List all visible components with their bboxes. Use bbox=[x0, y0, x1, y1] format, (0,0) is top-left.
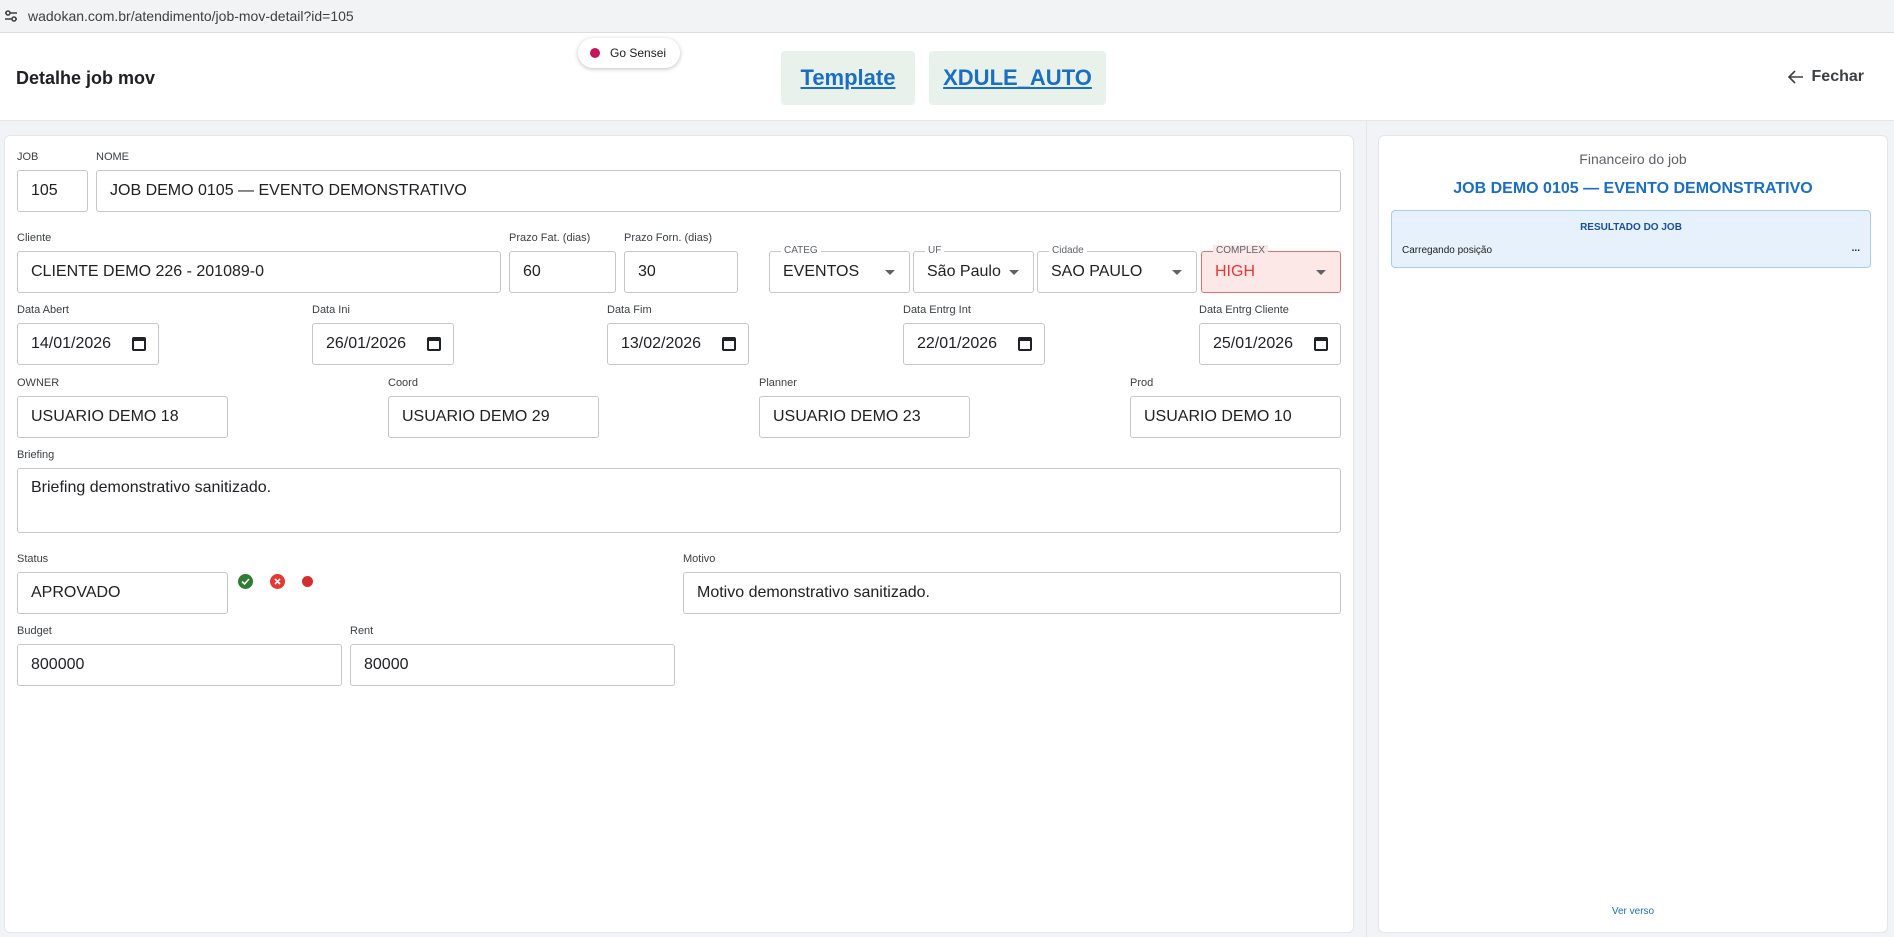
prazo-forn-field[interactable]: 30 bbox=[624, 251, 738, 293]
calendar-icon[interactable] bbox=[1018, 337, 1032, 351]
complex-select[interactable]: HIGH bbox=[1201, 251, 1341, 293]
uf-select[interactable]: São Paulo bbox=[913, 251, 1034, 293]
cidade-value: SAO PAULO bbox=[1051, 263, 1143, 280]
data-abert-field[interactable]: 14/01/2026 bbox=[17, 323, 159, 365]
prod-label: Prod bbox=[1130, 377, 1154, 389]
ver-verso-link[interactable]: Ver verso bbox=[1379, 906, 1887, 917]
template-button[interactable]: Template bbox=[781, 51, 915, 105]
prod-field[interactable]: USUARIO DEMO 10 bbox=[1130, 396, 1341, 438]
financeiro-title: Financeiro do job bbox=[1579, 151, 1687, 167]
data-entrg-int-field[interactable]: 22/01/2026 bbox=[903, 323, 1045, 365]
calendar-icon[interactable] bbox=[722, 337, 736, 351]
owner-label: OWNER bbox=[17, 377, 60, 389]
calendar-icon[interactable] bbox=[427, 337, 441, 351]
uf-value: São Paulo bbox=[927, 263, 1001, 280]
motivo-label: Motivo bbox=[683, 553, 716, 565]
data-entrg-cliente-label: Data Entrg Cliente bbox=[1199, 304, 1289, 316]
cliente-label: Cliente bbox=[17, 232, 52, 244]
motivo-field[interactable]: Motivo demonstrativo sanitizado. bbox=[683, 572, 1341, 614]
budget-field[interactable]: 800000 bbox=[17, 644, 342, 686]
categ-value: EVENTOS bbox=[783, 263, 860, 280]
calendar-icon[interactable] bbox=[132, 337, 146, 351]
briefing-textarea[interactable]: Briefing demonstrativo sanitizado. bbox=[17, 468, 1341, 533]
arrow-left-icon bbox=[1787, 70, 1803, 84]
budget-label: Budget bbox=[17, 625, 52, 637]
cidade-select[interactable]: SAO PAULO bbox=[1037, 251, 1197, 293]
approve-check-icon[interactable] bbox=[238, 574, 253, 589]
planner-field[interactable]: USUARIO DEMO 23 bbox=[759, 396, 970, 438]
data-ini-value: 26/01/2026 bbox=[326, 335, 407, 352]
complex-label: COMPLEX bbox=[1213, 245, 1268, 256]
status-dot-icon[interactable] bbox=[302, 576, 313, 587]
status-label: Status bbox=[17, 553, 49, 565]
resultado-title: RESULTADO DO JOB bbox=[1580, 222, 1682, 233]
rent-label: Rent bbox=[350, 625, 374, 637]
loading-text: Carregando posição bbox=[1402, 245, 1493, 256]
close-label: Fechar bbox=[1811, 68, 1864, 85]
owner-field[interactable]: USUARIO DEMO 18 bbox=[17, 396, 228, 438]
site-settings-icon[interactable] bbox=[4, 9, 18, 23]
data-fim-label: Data Fim bbox=[607, 304, 652, 316]
data-entrg-int-value: 22/01/2026 bbox=[917, 335, 998, 352]
go-sensei-button[interactable]: Go Sensei bbox=[578, 38, 681, 68]
chevron-down-icon bbox=[1009, 269, 1019, 275]
prazo-fat-label: Prazo Fat. (dias) bbox=[509, 232, 591, 244]
sensei-dot-icon bbox=[590, 48, 600, 58]
chevron-down-icon bbox=[1316, 269, 1326, 275]
data-entrg-cliente-value: 25/01/2026 bbox=[1213, 335, 1294, 352]
complex-value: HIGH bbox=[1215, 263, 1255, 280]
job-form-panel: JOB 105 NOME JOB DEMO 0105 — EVENTO DEMO… bbox=[4, 135, 1354, 933]
prazo-fat-field[interactable]: 60 bbox=[509, 251, 616, 293]
resultado-card: RESULTADO DO JOB Carregando posição ... bbox=[1391, 210, 1871, 268]
close-button[interactable]: Fechar bbox=[1787, 68, 1864, 86]
financeiro-job-name: JOB DEMO 0105 — EVENTO DEMONSTRATIVO bbox=[1453, 180, 1813, 197]
briefing-label: Briefing bbox=[17, 449, 55, 461]
uf-label: UF bbox=[925, 245, 945, 256]
data-ini-field[interactable]: 26/01/2026 bbox=[312, 323, 454, 365]
data-ini-label: Data Ini bbox=[312, 304, 350, 316]
reject-x-icon[interactable] bbox=[270, 574, 285, 589]
data-entrg-cliente-field[interactable]: 25/01/2026 bbox=[1199, 323, 1341, 365]
coord-label: Coord bbox=[388, 377, 418, 389]
page-title: Detalhe job mov bbox=[16, 68, 156, 88]
data-fim-value: 13/02/2026 bbox=[621, 335, 702, 352]
go-sensei-label: Go Sensei bbox=[610, 46, 667, 60]
cidade-label: Cidade bbox=[1049, 245, 1087, 256]
nome-label: NOME bbox=[96, 151, 129, 163]
data-fim-field[interactable]: 13/02/2026 bbox=[607, 323, 749, 365]
job-field[interactable]: 105 bbox=[17, 170, 88, 212]
financeiro-panel: Financeiro do job JOB DEMO 0105 — EVENTO… bbox=[1378, 135, 1888, 933]
browser-url-bar[interactable]: wadokan.com.br/atendimento/job-mov-detai… bbox=[0, 0, 1894, 33]
prazo-forn-label: Prazo Forn. (dias) bbox=[624, 232, 713, 244]
chevron-down-icon bbox=[885, 269, 895, 275]
cliente-field[interactable]: CLIENTE DEMO 226 - 201089-0 bbox=[17, 251, 501, 293]
panel-divider bbox=[1366, 121, 1367, 937]
categ-select[interactable]: EVENTOS bbox=[769, 251, 910, 293]
url-text[interactable]: wadokan.com.br/atendimento/job-mov-detai… bbox=[28, 8, 354, 24]
data-entrg-int-label: Data Entrg Int bbox=[903, 304, 971, 316]
calendar-icon[interactable] bbox=[1314, 337, 1328, 351]
data-abert-value: 14/01/2026 bbox=[31, 335, 112, 352]
job-label: JOB bbox=[17, 151, 39, 163]
categ-label: CATEG bbox=[781, 245, 821, 256]
planner-label: Planner bbox=[759, 377, 797, 389]
loading-dots: ... bbox=[1851, 243, 1860, 254]
nome-field[interactable]: JOB DEMO 0105 — EVENTO DEMONSTRATIVO bbox=[96, 170, 1341, 212]
chevron-down-icon bbox=[1172, 269, 1182, 275]
status-field[interactable]: APROVADO bbox=[17, 572, 228, 614]
rent-field[interactable]: 80000 bbox=[350, 644, 675, 686]
data-abert-label: Data Abert bbox=[17, 304, 69, 316]
coord-field[interactable]: USUARIO DEMO 29 bbox=[388, 396, 599, 438]
page-header: Detalhe job mov Go Sensei Template XDULE… bbox=[0, 33, 1894, 121]
xdule-auto-button[interactable]: XDULE_AUTO bbox=[929, 51, 1106, 105]
